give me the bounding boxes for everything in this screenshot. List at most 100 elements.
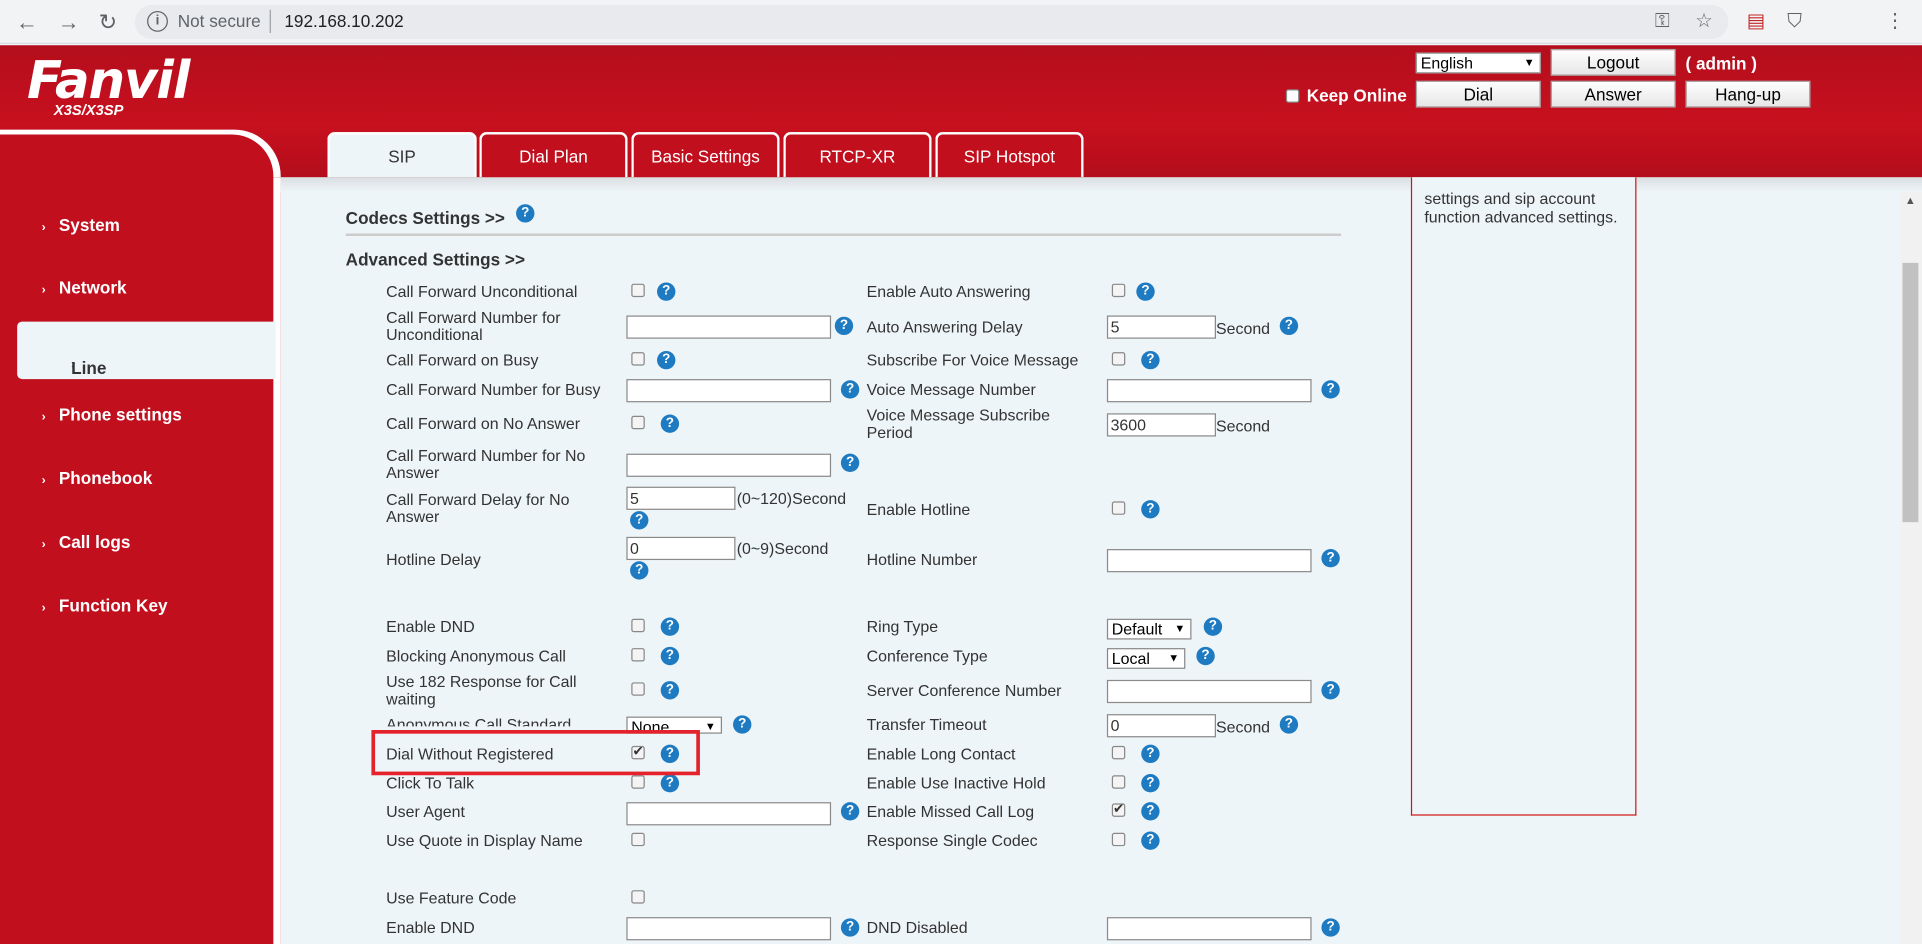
input-voice-message-subscribe-period[interactable]: 3600: [1106, 413, 1216, 437]
keep-online-toggle[interactable]: Keep Online: [1285, 86, 1407, 105]
language-select[interactable]: English ▼: [1415, 52, 1541, 74]
help-icon[interactable]: ?: [630, 511, 649, 530]
input-hotline-delay[interactable]: 0: [626, 536, 736, 561]
sidebar-item-phone-settings[interactable]: › Phone settings: [42, 405, 182, 425]
help-icon[interactable]: ?: [1141, 802, 1160, 821]
sidebar-item-call-logs[interactable]: › Call logs: [42, 532, 131, 552]
input-voice-message-number[interactable]: [1106, 379, 1312, 403]
select-ring-type[interactable]: Default ▼: [1106, 618, 1192, 640]
tab-sip-hotspot[interactable]: SIP Hotspot: [935, 132, 1084, 178]
help-icon[interactable]: ?: [1203, 617, 1223, 636]
sidebar-item-phonebook[interactable]: › Phonebook: [42, 468, 153, 488]
input-call-forward-number-unconditional[interactable]: [626, 315, 832, 339]
help-icon[interactable]: ?: [733, 715, 752, 734]
shield-extension-icon[interactable]: ⛉: [1787, 9, 1802, 36]
help-icon[interactable]: ?: [1141, 831, 1160, 850]
scroll-up-icon[interactable]: ▲: [1905, 194, 1916, 206]
help-icon[interactable]: ?: [630, 561, 649, 580]
input-enable-dnd-code[interactable]: [626, 917, 832, 941]
help-icon[interactable]: ?: [834, 316, 854, 336]
help-icon[interactable]: ?: [660, 617, 680, 636]
dial-button[interactable]: Dial: [1415, 80, 1541, 108]
star-icon[interactable]: ☆: [1695, 9, 1713, 36]
input-call-forward-number-busy[interactable]: [626, 379, 832, 403]
help-icon[interactable]: ?: [1141, 500, 1160, 519]
checkbox-enable-auto-answering[interactable]: [1111, 283, 1126, 298]
help-icon[interactable]: ?: [1321, 681, 1340, 700]
help-icon[interactable]: ?: [840, 453, 860, 473]
help-icon[interactable]: ?: [657, 350, 676, 370]
input-dnd-disabled[interactable]: [1106, 917, 1312, 941]
input-call-forward-delay-no-answer[interactable]: 5: [626, 486, 736, 510]
hangup-button[interactable]: Hang-up: [1685, 80, 1811, 108]
sidebar-item-system[interactable]: › System: [42, 215, 120, 235]
checkbox-use-feature-code[interactable]: [631, 890, 645, 904]
input-transfer-timeout[interactable]: 0: [1106, 714, 1216, 738]
sidebar-item-network[interactable]: › Network: [42, 278, 127, 298]
sidebar-item-line[interactable]: › Line: [17, 321, 276, 380]
help-icon[interactable]: ?: [660, 681, 680, 700]
sidebar-item-function-key[interactable]: › Function Key: [42, 596, 168, 616]
tab-rtcp-xr[interactable]: RTCP-XR: [783, 132, 932, 178]
select-conference-type[interactable]: Local ▼: [1106, 648, 1186, 669]
address-bar[interactable]: i Not secure 192.168.10.202: [134, 4, 1729, 40]
chevron-right-icon: ›: [41, 474, 46, 488]
checkbox-call-forward-busy[interactable]: [631, 352, 645, 366]
help-icon[interactable]: ?: [840, 918, 860, 937]
checkbox-enable-hotline[interactable]: [1111, 501, 1126, 515]
tab-sip[interactable]: SIP: [327, 132, 477, 178]
checkbox-subscribe-voice-message[interactable]: [1111, 352, 1126, 366]
scrollbar[interactable]: ▲: [1899, 191, 1922, 944]
help-icon[interactable]: ?: [840, 802, 860, 821]
pdf-extension-icon[interactable]: ▤: [1747, 9, 1766, 36]
tab-basic-settings[interactable]: Basic Settings: [631, 132, 780, 178]
info-icon[interactable]: i: [147, 11, 168, 32]
help-icon[interactable]: ?: [657, 282, 676, 301]
help-icon[interactable]: ?: [660, 646, 680, 666]
tab-dial-plan[interactable]: Dial Plan: [479, 132, 628, 178]
checkbox-click-to-talk[interactable]: [631, 775, 645, 789]
checkbox-enable-dnd[interactable]: [631, 618, 645, 633]
key-icon[interactable]: ⚿: [1655, 9, 1670, 36]
reload-icon[interactable]: ↻: [93, 7, 122, 36]
checkbox-call-forward-unconditional[interactable]: [631, 283, 645, 298]
input-user-agent[interactable]: [626, 802, 832, 826]
checkbox-enable-use-inactive-hold[interactable]: [1111, 775, 1126, 789]
checkbox-enable-missed-call-log[interactable]: [1111, 801, 1126, 817]
input-call-forward-number-no-answer[interactable]: [626, 453, 832, 477]
help-icon[interactable]: ?: [1321, 918, 1340, 937]
help-icon[interactable]: ?: [1141, 350, 1160, 370]
logout-button[interactable]: Logout: [1550, 48, 1676, 76]
help-icon[interactable]: ?: [1141, 774, 1160, 793]
advanced-settings-link[interactable]: Advanced Settings >>: [346, 249, 525, 269]
forward-icon[interactable]: →: [54, 7, 83, 36]
checkbox-enable-long-contact[interactable]: [1111, 745, 1126, 760]
help-icon[interactable]: ?: [660, 774, 680, 793]
help-icon[interactable]: ?: [660, 414, 680, 433]
help-icon[interactable]: ?: [1321, 380, 1340, 399]
checkbox-use-182-response[interactable]: [631, 682, 645, 696]
help-icon[interactable]: ?: [1141, 744, 1160, 764]
scrollbar-thumb[interactable]: [1902, 262, 1919, 523]
help-icon[interactable]: ?: [1196, 646, 1215, 666]
input-server-conference-number[interactable]: [1106, 679, 1312, 704]
help-icon[interactable]: ?: [1279, 715, 1299, 734]
checkbox-use-quote-display-name[interactable]: [631, 832, 645, 847]
url-text[interactable]: 192.168.10.202: [284, 11, 403, 31]
menu-icon[interactable]: ⋮: [1885, 9, 1905, 36]
help-icon[interactable]: ?: [516, 204, 535, 223]
help-icon[interactable]: ?: [1279, 316, 1299, 336]
checkbox-call-forward-no-answer[interactable]: [631, 415, 645, 430]
help-icon[interactable]: ?: [1136, 282, 1155, 301]
back-icon[interactable]: ←: [12, 7, 41, 36]
help-icon[interactable]: ?: [840, 380, 860, 399]
checkbox-response-single-codec[interactable]: [1111, 832, 1126, 847]
input-hotline-number[interactable]: [1106, 549, 1312, 573]
label-enable-dnd: Enable DND: [386, 617, 475, 636]
keep-online-checkbox[interactable]: [1285, 89, 1300, 103]
help-icon[interactable]: ?: [1321, 549, 1340, 568]
checkbox-blocking-anonymous-call[interactable]: [631, 648, 645, 662]
answer-button[interactable]: Answer: [1550, 80, 1676, 108]
input-auto-answering-delay[interactable]: 5: [1106, 315, 1216, 339]
codecs-settings-link[interactable]: Codecs Settings >>: [346, 208, 505, 228]
